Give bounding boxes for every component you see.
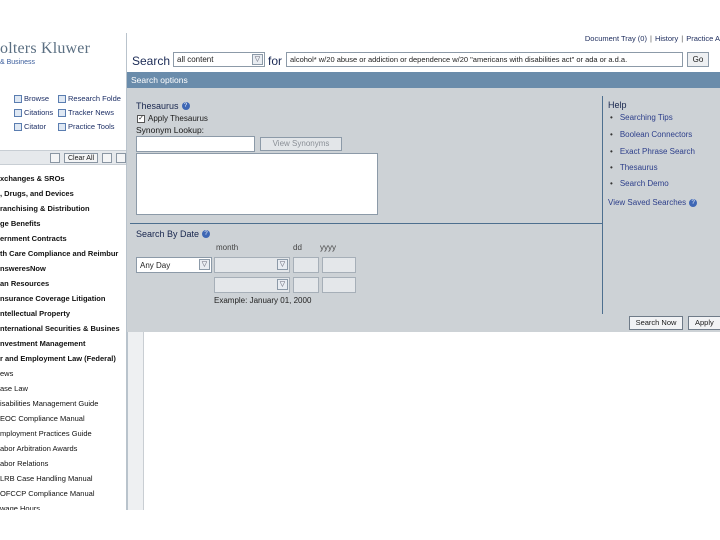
search-options-panel: Search options Thesaurus ? ✓ Apply Thesa…	[127, 72, 720, 332]
citations-link[interactable]: Citations	[14, 108, 53, 117]
action-row: Search Now Apply	[127, 314, 720, 332]
research-folder-link[interactable]: Research Folde	[58, 94, 121, 103]
tracker-icon	[58, 108, 66, 117]
year-input-to[interactable]	[322, 277, 356, 293]
help-link-thesaurus[interactable]: Thesaurus	[610, 163, 658, 172]
apply-button[interactable]: Apply	[688, 316, 720, 330]
folder-icon	[58, 94, 66, 103]
document-tray-link[interactable]: Document Tray (0)	[585, 34, 647, 43]
month-label: month	[216, 243, 239, 252]
search-query-input[interactable]: alcohol* w/20 abuse or addiction or depe…	[286, 52, 683, 67]
help-link-search-demo[interactable]: Search Demo	[610, 179, 669, 188]
scrollbar[interactable]	[128, 332, 144, 510]
synonym-input[interactable]	[136, 136, 255, 152]
chevron-down-icon[interactable]: ▽	[252, 54, 263, 65]
browse-icon	[14, 94, 22, 103]
chevron-down-icon[interactable]: ▽	[277, 259, 288, 270]
tools-icon	[58, 122, 66, 131]
library-item[interactable]: , Drugs, and Devices	[0, 186, 126, 201]
library-item[interactable]: abor Relations	[0, 456, 126, 471]
for-label: for	[268, 54, 283, 68]
practice-link[interactable]: Practice A	[686, 34, 720, 43]
library-item[interactable]: ews	[0, 366, 126, 381]
library-list: xchanges & SROs, Drugs, and Devices ranch…	[0, 171, 126, 510]
library-item[interactable]: mployment Practices Guide	[0, 426, 126, 441]
divider	[602, 96, 603, 314]
synonym-list[interactable]	[136, 153, 378, 215]
tracker-news-link[interactable]: Tracker News	[58, 108, 114, 117]
logo: olters Kluwer	[0, 40, 91, 57]
library-item[interactable]: ntellectual Property	[0, 306, 126, 321]
library-item[interactable]: nternational Securities & Busines	[0, 321, 126, 336]
apply-thesaurus-checkbox[interactable]: ✓ Apply Thesaurus	[137, 114, 208, 123]
clear-all-button[interactable]: Clear All	[64, 153, 99, 163]
day-input-from[interactable]	[293, 257, 319, 273]
library-item[interactable]: th Care Compliance and Reimbur	[0, 246, 126, 261]
library-toolbar: Clear All	[0, 150, 126, 165]
day-input-to[interactable]	[293, 277, 319, 293]
checkmark-icon[interactable]: ✓	[137, 114, 145, 123]
library-item[interactable]: nvestment Management	[0, 336, 126, 351]
citations-icon	[14, 108, 22, 117]
list-icon[interactable]	[102, 153, 112, 163]
search-options-header: Search options	[127, 72, 720, 88]
help-link-boolean-connectors[interactable]: Boolean Connectors	[610, 130, 693, 139]
view-saved-searches-link[interactable]: View Saved Searches ?	[608, 198, 698, 207]
dd-label: dd	[293, 243, 302, 252]
date-example: Example: January 01, 2000	[214, 296, 312, 305]
help-title: Help	[608, 100, 627, 110]
help-link-searching-tips[interactable]: Searching Tips	[610, 113, 673, 122]
library-item[interactable]: ernment Contracts	[0, 231, 126, 246]
help-icon[interactable]: ?	[202, 230, 211, 238]
library-item[interactable]: nsurance Coverage Litigation	[0, 291, 126, 306]
library-item[interactable]: OFCCP Compliance Manual	[0, 486, 126, 501]
results-area	[127, 332, 720, 510]
collapse-icon[interactable]	[50, 153, 60, 163]
browse-link[interactable]: Browse	[14, 94, 49, 103]
library-item[interactable]: EOC Compliance Manual	[0, 411, 126, 426]
help-icon[interactable]: ?	[689, 198, 698, 207]
divider	[130, 223, 602, 224]
citator-link[interactable]: Citator	[14, 122, 46, 131]
search-now-button[interactable]: Search Now	[629, 316, 683, 330]
refresh-icon[interactable]	[116, 153, 126, 163]
library-item[interactable]: nsweresNow	[0, 261, 126, 276]
library-item[interactable]: ge Benefits	[0, 216, 126, 231]
view-synonyms-button[interactable]: View Synonyms	[260, 137, 342, 151]
content-select[interactable]: all content ▽	[173, 52, 265, 67]
library-item[interactable]: LRB Case Handling Manual	[0, 471, 126, 486]
search-by-date-title: Search By Date ?	[136, 229, 211, 239]
library-item[interactable]: xchanges & SROs	[0, 171, 126, 186]
go-button[interactable]: Go	[687, 52, 709, 67]
chevron-down-icon[interactable]: ▽	[199, 259, 210, 270]
search-label: Search	[132, 54, 171, 68]
synonym-lookup-label: Synonym Lookup:	[136, 125, 205, 135]
chevron-down-icon[interactable]: ▽	[277, 279, 288, 290]
practice-tools-link[interactable]: Practice Tools	[58, 122, 115, 131]
library-item[interactable]: wage Hours	[0, 501, 126, 510]
help-link-exact-phrase[interactable]: Exact Phrase Search	[610, 147, 695, 156]
year-input-from[interactable]	[322, 257, 356, 273]
library-item[interactable]: ase Law	[0, 381, 126, 396]
date-range-select[interactable]: Any Day ▽	[136, 257, 212, 273]
search-bar: Search all content ▽ for alcohol* w/20 a…	[128, 50, 720, 72]
library-item[interactable]: ranchising & Distribution	[0, 201, 126, 216]
yyyy-label: yyyy	[320, 243, 336, 252]
left-panel: olters Kluwer & Business Browse Research…	[0, 33, 127, 510]
month-select-from[interactable]: ▽	[214, 257, 290, 273]
library-item[interactable]: an Resources	[0, 276, 126, 291]
citator-icon	[14, 122, 22, 131]
top-links: Document Tray (0) | History | Practice A	[584, 34, 720, 43]
help-icon[interactable]: ?	[181, 102, 190, 110]
month-select-to[interactable]: ▽	[214, 277, 290, 293]
library-item[interactable]: isabilities Management Guide	[0, 396, 126, 411]
history-link[interactable]: History	[655, 34, 678, 43]
library-item[interactable]: abor Arbitration Awards	[0, 441, 126, 456]
library-item[interactable]: r and Employment Law (Federal)	[0, 351, 126, 366]
logo-subtitle: & Business	[0, 59, 36, 66]
thesaurus-title: Thesaurus ?	[136, 101, 190, 111]
